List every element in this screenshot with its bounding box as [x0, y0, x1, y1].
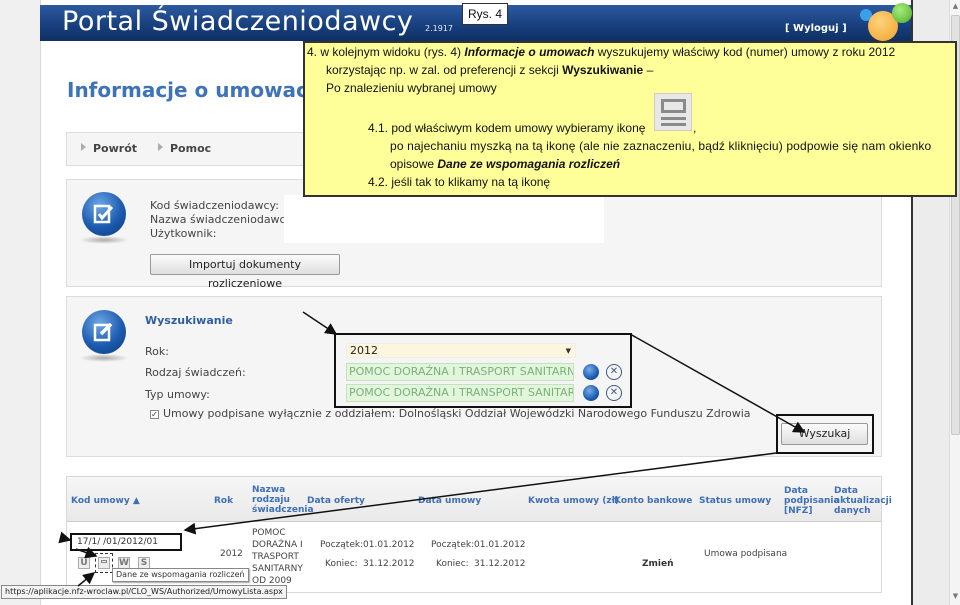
logout-link[interactable]: [ Wyloguj ]	[785, 23, 847, 34]
contract-code-cell[interactable]: 17/1/ /01/2012/01	[70, 533, 182, 551]
year-label: Rok:	[145, 345, 169, 358]
page-title: Informacje o umowach	[67, 78, 323, 102]
contract-start: 01.01.2012	[474, 540, 526, 550]
nav-back-link[interactable]: Powrót	[81, 142, 137, 155]
callout-step-4-1: 4.1. pod właściwym kodem umowy wybieramy…	[368, 121, 646, 135]
search-lookup-icon[interactable]	[583, 385, 599, 401]
logo-balls-icon	[852, 0, 912, 41]
benefit-type-label: Rodzaj świadczeń:	[145, 366, 246, 379]
col-year[interactable]: Rok	[214, 496, 233, 506]
offer-end: 31.12.2012	[363, 559, 415, 569]
row-status: Umowa podpisana	[704, 549, 788, 559]
orb-shadow	[79, 354, 129, 362]
branch-only-checkbox-row[interactable]: ✓ Umowy podpisane wyłącznie z oddziałem: …	[150, 407, 751, 420]
document-icon	[654, 93, 692, 131]
row-year: 2012	[220, 549, 243, 559]
provider-info-values	[284, 195, 604, 243]
contract-type-field[interactable]: POMOC DORAŹNA I TRANSPORT SANITARNY	[346, 384, 574, 402]
checklist-icon	[82, 192, 126, 236]
offer-start-label: Początek:	[320, 540, 364, 550]
callout-step-4-1-tooltip: opisowe Dane ze wspomagania rozliczeń	[390, 157, 621, 171]
clear-icon[interactable]: ✕	[606, 364, 622, 380]
orb-shadow	[79, 236, 129, 244]
year-select-value: 2012	[350, 344, 378, 357]
search-lookup-icon[interactable]	[583, 364, 599, 380]
u-icon[interactable]: U	[78, 557, 90, 569]
col-bank-account[interactable]: Konto bankowe	[614, 496, 692, 506]
tooltip: Dane ze wspomagania rozliczeń	[112, 568, 249, 582]
edit-form-icon	[82, 310, 126, 354]
contract-end: 31.12.2012	[474, 559, 526, 569]
bank-account-change-link[interactable]: Zmień	[642, 558, 674, 570]
contract-type-label: Typ umowy:	[145, 388, 210, 401]
callout-step-4-1-detail: po najechaniu myszką na tą ikonę (ale ni…	[390, 139, 932, 153]
callout-line-1: 4. w kolejnym widoku (rys. 4) Informacje…	[307, 45, 896, 59]
provider-code-label: Kod świadczeniodawcy:	[150, 199, 279, 212]
scroll-up-arrow-icon[interactable]: ▲	[950, 2, 960, 10]
year-select[interactable]: 2012 ▼	[346, 343, 576, 358]
callout-line-2: korzystając np. w zal. od preferencji z …	[326, 63, 654, 77]
figure-label: Rys. 4	[462, 3, 508, 25]
portal-title: Portal Świadczeniodawcy	[62, 6, 414, 37]
triangle-right-icon	[81, 143, 86, 151]
col-contract-code[interactable]: Kod umowy ▲	[71, 496, 140, 506]
chevron-down-icon: ▼	[565, 347, 571, 355]
search-button[interactable]: Wyszukaj	[781, 423, 868, 445]
annotation-highlight-icon	[95, 553, 113, 573]
nav-help-label: Pomoc	[170, 142, 212, 155]
scroll-down-arrow-icon[interactable]: ▼	[950, 592, 960, 600]
offer-end-label: Koniec:	[325, 559, 358, 569]
col-offer-date[interactable]: Data oferty	[307, 496, 365, 506]
col-signed-date[interactable]: Data podpisania [NFZ]	[784, 486, 840, 516]
user-label: Użytkownik:	[150, 227, 217, 240]
nav-help-link[interactable]: Pomoc	[158, 142, 211, 155]
import-documents-button[interactable]: Importuj dokumenty rozliczeniowe	[150, 254, 340, 290]
provider-name-label: Nazwa świadczeniodawcy:	[150, 213, 296, 226]
clear-icon[interactable]: ✕	[606, 385, 622, 401]
branch-only-checkbox-label: Umowy podpisane wyłącznie z oddziałem: D…	[163, 407, 751, 420]
offer-start: 01.01.2012	[363, 540, 415, 550]
portal-version: 2.1917	[425, 24, 453, 33]
contract-end-label: Koniec:	[436, 559, 469, 569]
contract-start-label: Początek:	[431, 540, 475, 550]
callout-step-4-2: 4.2. jeśli tak to klikamy na tą ikonę	[368, 175, 551, 189]
branch-only-checkbox[interactable]: ✓	[150, 410, 159, 419]
callout-comma: ,	[693, 121, 697, 135]
search-section-title: Wyszukiwanie	[145, 314, 233, 327]
instruction-callout: 4. w kolejnym widoku (rys. 4) Informacje…	[303, 41, 957, 197]
col-benefit-name[interactable]: Nazwa rodzaju świadczenia	[252, 485, 314, 515]
callout-line-3: Po znalezieniu wybranej umowy	[326, 81, 497, 95]
left-gutter	[0, 0, 40, 605]
status-bar-url: https://aplikacje.nfz-wroclaw.pl/CLO_WS/…	[1, 585, 287, 599]
benefit-type-field[interactable]: POMOC DORAŹNA I TRASPORT SANITARNY O	[346, 363, 574, 381]
row-benefit-name: POMOC DORAŹNA I TRASPORT SANITARNY OD 20…	[252, 528, 303, 586]
col-contract-amount[interactable]: Kwota umowy (zł)	[528, 496, 619, 506]
col-contract-status[interactable]: Status umowy	[699, 496, 771, 506]
triangle-right-icon	[158, 143, 163, 151]
col-updated-date[interactable]: Data aktualizacji danych	[834, 486, 892, 516]
col-contract-date[interactable]: Data umowy	[418, 496, 481, 506]
nav-back-label: Powrót	[93, 142, 138, 155]
